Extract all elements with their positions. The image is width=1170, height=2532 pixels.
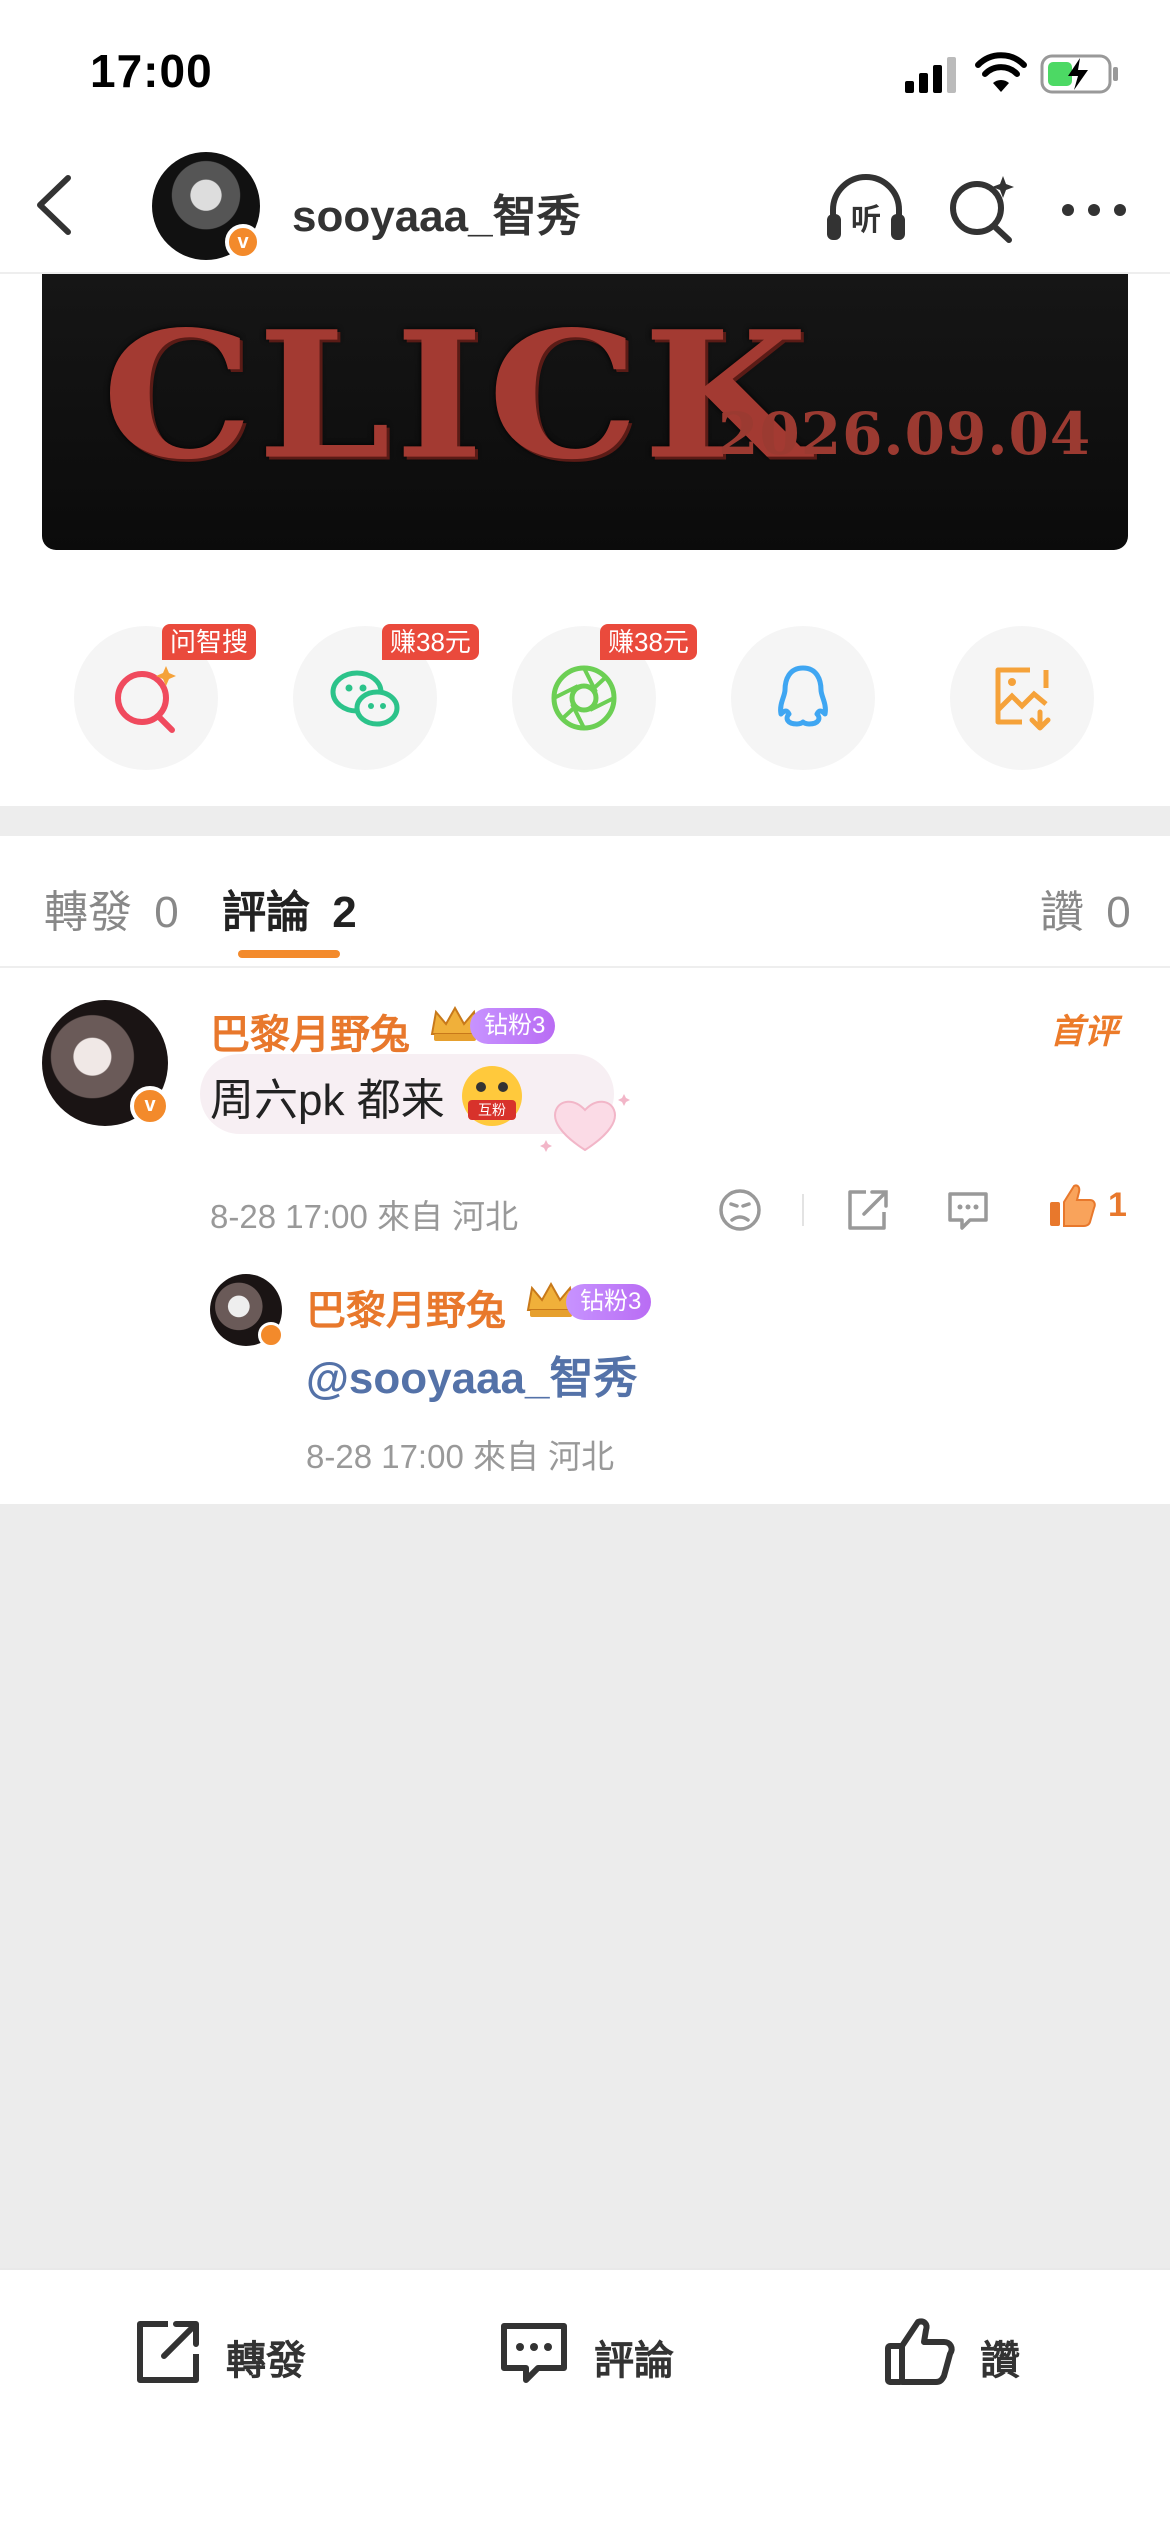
tab-like[interactable]: 讚 0 (1040, 876, 1131, 940)
tab-repost-count: 0 (154, 888, 179, 937)
post-header: v sooyaaa_智秀 听 (0, 140, 1170, 274)
page-title[interactable]: sooyaaa_智秀 (292, 180, 581, 244)
fan-level-badge: 钻粉3 (470, 1008, 556, 1044)
repost-label: 轉發 (226, 2339, 306, 2383)
battery-icon (1040, 54, 1118, 94)
comment-label: 評論 (594, 2339, 674, 2383)
comment-text: 周六pk 都来 (210, 1076, 445, 1125)
section-divider (0, 806, 1170, 836)
action-divider (802, 1194, 804, 1226)
verified-badge-icon: v (225, 224, 261, 260)
bottom-action-bar: 轉發 評論 讚 (0, 2268, 1170, 2532)
back-arrow-icon[interactable] (30, 170, 80, 240)
comment-meta: 8-28 17:00 來自 河北 (210, 1198, 519, 1235)
share-icon[interactable] (840, 1184, 892, 1236)
verified-badge-icon: v (130, 1086, 170, 1126)
tab-repost[interactable]: 轉發 0 (44, 876, 179, 940)
status-time: 17:00 (90, 45, 213, 97)
emoji-label: 互粉 (468, 1100, 516, 1120)
post-content: CLICK 2026.09.04 问智搜 赚38元 赚38元 (0, 274, 1170, 806)
ai-search-icon[interactable] (945, 172, 1017, 244)
comment-button[interactable]: 評論 (496, 2310, 696, 2390)
tab-comment[interactable]: 評論 2 (222, 876, 357, 940)
first-comment-label: 首评 (1050, 1013, 1118, 1051)
banner-title: CLICK (102, 292, 813, 499)
qq-icon (778, 665, 828, 727)
wifi-icon (975, 52, 1027, 92)
repost-button[interactable]: 轉發 (130, 2310, 330, 2390)
like-button[interactable]: 讚 (882, 2310, 1042, 2390)
tab-like-count: 0 (1106, 888, 1131, 937)
like-thumb-icon (885, 2318, 955, 2385)
more-icon[interactable] (1060, 200, 1128, 220)
banner-date: 2026.09.04 (718, 400, 1092, 468)
active-tab-indicator (238, 950, 340, 958)
tab-like-label: 讚 (1040, 888, 1084, 937)
like-thumb-icon[interactable] (1046, 1180, 1098, 1232)
repost-icon (137, 2321, 199, 2383)
comment-list: v 巴黎月野兔 钻粉3 首评 周六pk 都来 互粉 8-28 17:00 來自 … (0, 968, 1170, 1504)
share-qq-button[interactable] (731, 626, 875, 770)
verified-badge-icon (258, 1322, 284, 1348)
dislike-face-icon[interactable] (714, 1184, 766, 1236)
fan-level-badge: 钻粉3 (566, 1284, 652, 1320)
comment-icon (501, 2323, 567, 2383)
ai-search-icon (115, 666, 176, 733)
reply-text[interactable]: @sooyaaa_智秀 (306, 1342, 637, 1406)
reply-icon[interactable] (942, 1184, 994, 1236)
like-count: 1 (1108, 1186, 1127, 1224)
svg-text:听: 听 (851, 203, 881, 238)
wechat-icon (330, 670, 400, 727)
share-tag-wechat: 赚38元 (382, 624, 479, 660)
share-tag-ai-search: 问智搜 (162, 624, 257, 660)
tab-comment-count: 2 (332, 888, 357, 937)
cellular-signal-icon (905, 57, 956, 93)
emoji-icon: 互粉 (462, 1066, 522, 1126)
post-image[interactable]: CLICK 2026.09.04 (42, 274, 1128, 550)
headphones-listen-icon[interactable]: 听 (825, 170, 907, 246)
like-label: 讚 (980, 2339, 1020, 2383)
reply-author[interactable]: 巴黎月野兔 (306, 1278, 506, 1336)
save-image-icon (995, 667, 1051, 731)
status-bar: 17:00 (0, 0, 1170, 140)
reply-meta: 8-28 17:00 來自 河北 (306, 1438, 615, 1475)
save-image-button[interactable] (950, 626, 1094, 770)
comment-author[interactable]: 巴黎月野兔 (210, 1002, 410, 1060)
moments-icon (551, 665, 617, 731)
tab-repost-label: 轉發 (44, 888, 132, 937)
share-tag-moments: 赚38元 (600, 624, 697, 660)
tab-comment-label: 評論 (222, 888, 310, 937)
heart-sticker-icon (540, 1094, 630, 1152)
tab-bar: 轉發 0 評論 2 讚 0 (0, 836, 1170, 968)
